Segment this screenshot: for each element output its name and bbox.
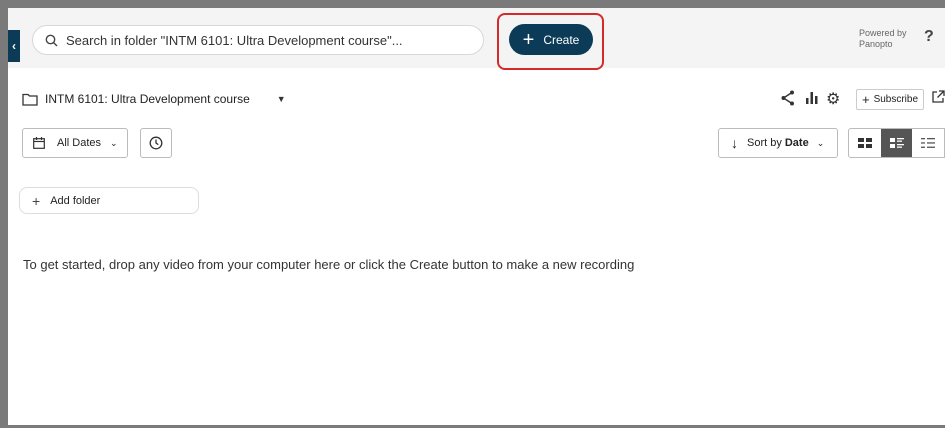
empty-state-message: To get started, drop any video from your… xyxy=(23,257,635,272)
help-button[interactable]: ? xyxy=(924,28,934,46)
date-filter-label: All Dates xyxy=(57,137,102,149)
panopto-text: Panopto xyxy=(859,39,893,49)
add-folder-button[interactable]: + Add folder xyxy=(19,187,199,214)
sort-value: Date xyxy=(784,137,809,149)
view-detail-button[interactable] xyxy=(880,129,913,157)
history-button[interactable] xyxy=(140,128,172,158)
grid-view-icon xyxy=(857,138,872,148)
detail-view-icon xyxy=(889,138,904,148)
date-filter-dropdown[interactable]: All Dates ⌄ xyxy=(22,128,128,158)
clock-icon xyxy=(149,136,163,150)
view-mode-switch xyxy=(848,128,945,158)
chevron-down-icon: ⌄ xyxy=(816,137,825,148)
folder-title-row[interactable]: INTM 6101: Ultra Development course ▼ xyxy=(22,90,286,108)
view-list-button[interactable] xyxy=(912,129,944,157)
folder-icon xyxy=(22,93,38,106)
search-input[interactable] xyxy=(66,32,466,48)
calendar-icon xyxy=(33,137,45,149)
sort-dropdown[interactable]: ↓ Sort by Date ⌄ xyxy=(718,128,838,158)
create-button-label: Create xyxy=(543,32,580,47)
plus-icon: + xyxy=(861,92,870,107)
window-frame-top xyxy=(0,0,945,8)
folder-name: INTM 6101: Ultra Development course xyxy=(45,92,250,106)
subscribe-button[interactable]: + Subscribe xyxy=(856,89,924,110)
arrow-down-icon: ↓ xyxy=(731,135,738,151)
powered-by-text: Powered by xyxy=(859,28,907,38)
search-box[interactable] xyxy=(32,25,484,55)
stats-icon[interactable] xyxy=(806,90,818,104)
open-external-icon[interactable] xyxy=(931,90,945,104)
subscribe-label: Subscribe xyxy=(873,94,919,105)
sort-prefix: Sort by xyxy=(747,137,782,149)
chevron-left-icon: ‹ xyxy=(12,39,16,53)
search-icon xyxy=(45,34,58,46)
share-icon[interactable] xyxy=(781,90,795,106)
chevron-down-icon: ⌄ xyxy=(110,137,118,148)
caret-down-icon[interactable]: ▼ xyxy=(277,94,286,104)
gear-icon[interactable]: ⚙ xyxy=(826,89,840,109)
powered-by-panopto[interactable]: Powered by Panopto xyxy=(859,28,907,50)
add-folder-label: Add folder xyxy=(50,194,101,207)
create-button[interactable]: + Create xyxy=(509,24,593,55)
sidebar-collapse-button[interactable]: ‹ xyxy=(8,30,20,62)
plus-icon: + xyxy=(522,28,535,51)
list-view-icon xyxy=(921,138,936,148)
window-frame-left xyxy=(0,0,8,428)
view-grid-button[interactable] xyxy=(849,129,881,157)
plus-icon: + xyxy=(32,192,41,209)
